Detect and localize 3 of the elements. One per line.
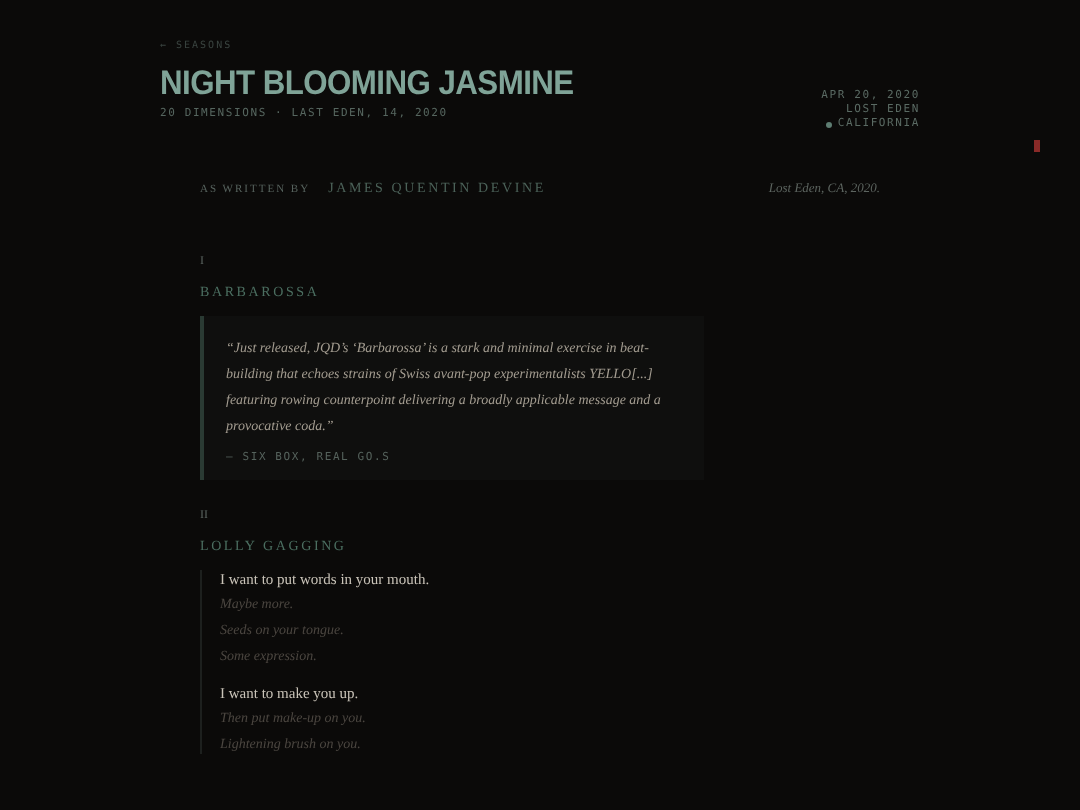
dot-icon bbox=[825, 121, 832, 127]
page-title: NIGHT BLOOMING JASMINE bbox=[160, 64, 574, 104]
marker-icon bbox=[1034, 140, 1040, 152]
